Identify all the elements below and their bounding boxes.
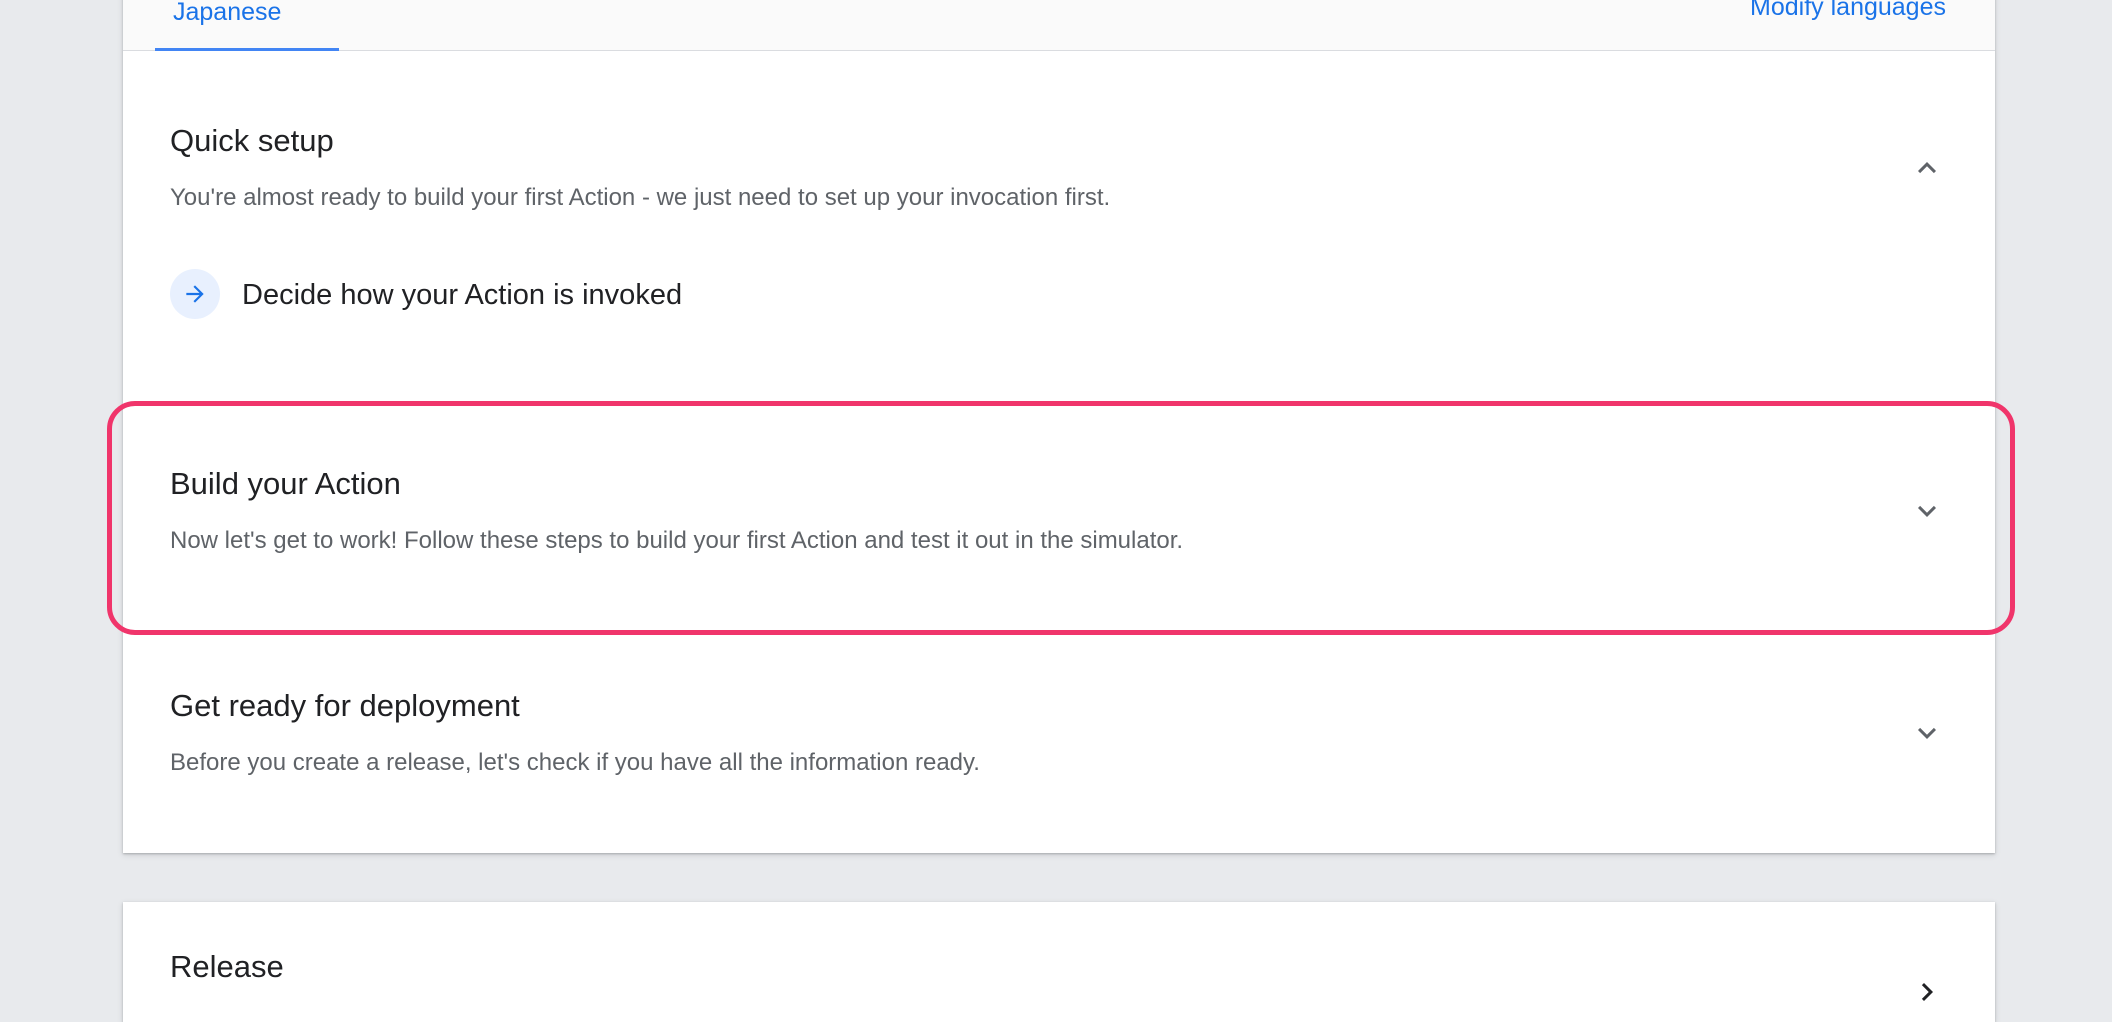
section-title: Get ready for deployment	[170, 688, 520, 723]
release-title: Release	[170, 949, 284, 984]
chevron-right-icon[interactable]	[1909, 974, 1945, 1010]
section-title: Build your Action	[170, 466, 401, 501]
step-label: Decide how your Action is invoked	[242, 279, 683, 311]
section-description: Now let's get to work! Follow these step…	[170, 527, 1184, 554]
overview-card: Japanese Modify languages Quick setup Yo…	[123, 0, 1995, 853]
release-card[interactable]: Release	[123, 902, 1995, 1022]
section-deployment[interactable]: Get ready for deployment Before you crea…	[123, 632, 1995, 853]
language-tab-bar: Japanese Modify languages	[123, 0, 1995, 51]
chevron-down-icon[interactable]	[1909, 715, 1945, 751]
tab-japanese[interactable]: Japanese	[155, 0, 339, 51]
chevron-up-icon[interactable]	[1909, 150, 1945, 186]
section-title: Quick setup	[170, 123, 334, 158]
section-description: Before you create a release, let's check…	[170, 749, 980, 776]
section-build-action[interactable]: Build your Action Now let's get to work!…	[123, 406, 1995, 622]
section-description: You're almost ready to build your first …	[170, 184, 1111, 211]
tab-japanese-label: Japanese	[173, 0, 282, 26]
modify-languages-link[interactable]: Modify languages	[1750, 0, 1946, 20]
arrow-right-icon	[170, 269, 220, 319]
chevron-down-icon[interactable]	[1909, 493, 1945, 529]
section-quick-setup: Quick setup You're almost ready to build…	[123, 50, 1995, 392]
